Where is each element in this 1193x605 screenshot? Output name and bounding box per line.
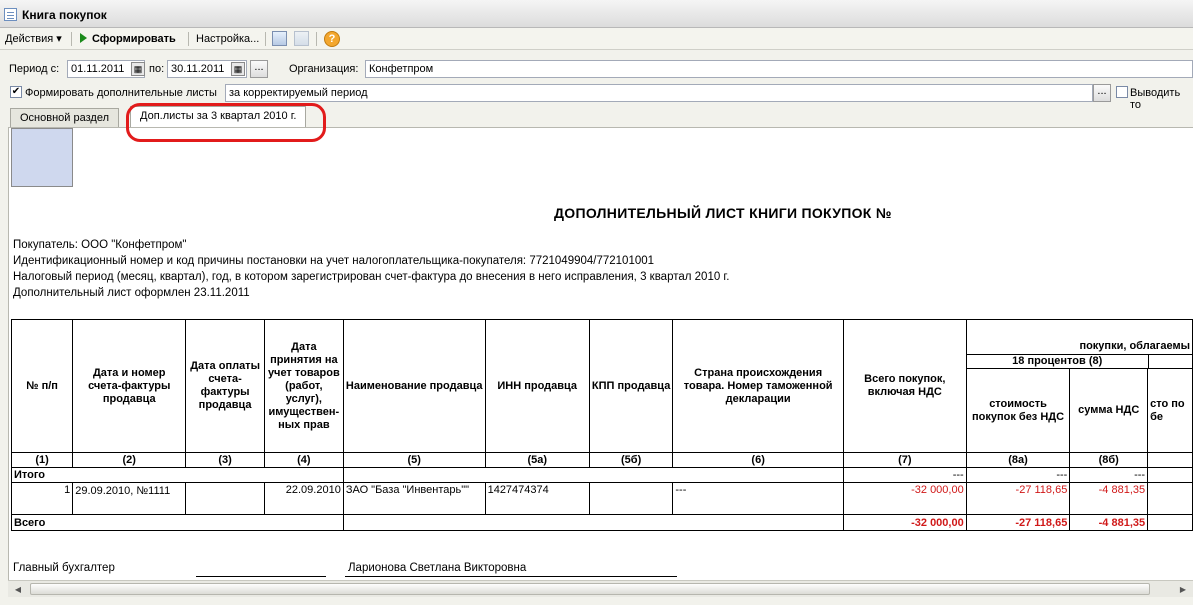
row-kpp bbox=[588, 482, 674, 515]
generate-label: Сформировать bbox=[92, 33, 176, 45]
output-label: Выводить то bbox=[1130, 87, 1181, 111]
vsego-total: -32 000,00 bbox=[842, 514, 967, 531]
row-total: -32 000,00 bbox=[842, 482, 967, 515]
itogo-total: --- bbox=[842, 467, 967, 483]
header-invoice: Дата и номер счета-фактуры продавца bbox=[72, 319, 187, 453]
highlight-annotation bbox=[126, 103, 326, 142]
header-cost-without-vat: стоимость покупок без НДС bbox=[965, 368, 1071, 453]
organization-field[interactable]: Конфетпром bbox=[365, 60, 1193, 78]
num-cell: (8а) bbox=[965, 452, 1071, 468]
row-payment-date bbox=[185, 482, 265, 515]
header-subgroup: 18 процентов (8) bbox=[967, 355, 1149, 368]
scrollbar-thumb[interactable] bbox=[30, 583, 1150, 595]
book-icon bbox=[4, 8, 17, 21]
row-num: 1 bbox=[10, 482, 74, 515]
row-inn: 1427474374 bbox=[484, 482, 590, 515]
vsego-cost: -27 118,65 bbox=[965, 514, 1071, 531]
window-title: Книга покупок bbox=[22, 8, 107, 22]
signature-role: Главный бухгалтер bbox=[13, 562, 115, 574]
num-cell: (2) bbox=[72, 452, 187, 468]
period-from-label: Период с: bbox=[9, 63, 60, 75]
output-checkbox[interactable] bbox=[1116, 86, 1128, 98]
num-cell: (5а) bbox=[484, 452, 590, 468]
num-cell: (8б) bbox=[1069, 452, 1149, 468]
itogo-blank bbox=[342, 467, 844, 483]
num-cell: (4) bbox=[263, 452, 344, 468]
toolbar-separator bbox=[316, 32, 317, 46]
title-bar: Книга покупок bbox=[0, 0, 1193, 28]
actions-menu[interactable]: Действия ▾ bbox=[2, 30, 65, 48]
header-num: № п/п bbox=[10, 319, 74, 453]
header-total: Всего покупок, включая НДС bbox=[842, 319, 967, 453]
header-country: Страна происхождения товара. Номер тамож… bbox=[672, 319, 844, 453]
calendar-icon[interactable]: ▦ bbox=[231, 62, 245, 76]
toolbar: Действия ▾ Сформировать Настройка... ? bbox=[0, 28, 1193, 50]
num-cell: (5б) bbox=[588, 452, 674, 468]
scroll-right-icon[interactable]: ▶ bbox=[1176, 583, 1190, 596]
header-seller: Наименование продавца bbox=[342, 319, 486, 453]
extra-sheets-select-button[interactable]: ... bbox=[1093, 84, 1111, 102]
report-heading: ДОПОЛНИТЕЛЬНЫЙ ЛИСТ КНИГИ ПОКУПОК № bbox=[554, 205, 892, 221]
num-cell: (6) bbox=[672, 452, 844, 468]
generate-button[interactable]: Сформировать bbox=[77, 30, 179, 48]
row-invoice: 29.09.2010, №1111 bbox=[72, 482, 187, 515]
num-cell: (1) bbox=[10, 452, 74, 468]
itogo-vat: --- bbox=[1069, 467, 1149, 483]
buyer-line: Покупатель: ООО "Конфетпром" bbox=[13, 239, 187, 251]
header-kpp: КПП продавца bbox=[588, 319, 674, 453]
tax-period-line: Налоговый период (месяц, квартал), год, … bbox=[13, 271, 730, 283]
tab-main-section[interactable]: Основной раздел bbox=[10, 108, 119, 127]
row-seller: ЗАО "База "Инвентарь"" bbox=[342, 482, 486, 515]
print-icon[interactable] bbox=[294, 31, 309, 46]
export-icon[interactable] bbox=[272, 31, 287, 46]
help-icon[interactable]: ? bbox=[324, 31, 340, 47]
header-inn: ИНН продавца bbox=[484, 319, 590, 453]
issued-line: Дополнительный лист оформлен 23.11.2011 bbox=[13, 287, 250, 299]
period-select-button[interactable]: ... bbox=[250, 60, 268, 78]
header-blank bbox=[965, 319, 1193, 337]
scroll-left-icon[interactable]: ◀ bbox=[11, 583, 25, 596]
toolbar-separator bbox=[265, 32, 266, 46]
report-document: ДОПОЛНИТЕЛЬНЫЙ ЛИСТ КНИГИ ПОКУПОК № Поку… bbox=[8, 127, 1193, 580]
vsego-vat: -4 881,35 bbox=[1069, 514, 1149, 531]
vsego-blank bbox=[342, 514, 844, 531]
signature-line bbox=[196, 576, 326, 577]
num-cell: (3) bbox=[185, 452, 265, 468]
num-cell: (7) bbox=[842, 452, 967, 468]
row-accept-date: 22.09.2010 bbox=[263, 482, 344, 515]
extra-sheets-checkbox[interactable]: ✔ bbox=[10, 86, 22, 98]
play-icon bbox=[80, 33, 87, 43]
horizontal-scrollbar[interactable]: ◀ ▶ bbox=[8, 580, 1193, 597]
row-cost: -27 118,65 bbox=[965, 482, 1071, 515]
signature-name: Ларионова Светлана Викторовна bbox=[348, 562, 527, 574]
num-cell: (5) bbox=[342, 452, 486, 468]
itogo-label: Итого bbox=[11, 467, 344, 483]
num-cell bbox=[1147, 452, 1193, 468]
header-cost-cut: сто по бе bbox=[1147, 368, 1193, 453]
extra-sheets-label: Формировать дополнительные листы bbox=[25, 87, 217, 99]
header-payment-date: Дата оплаты счета-фактуры продавца bbox=[185, 319, 265, 453]
period-to-label: по: bbox=[149, 63, 165, 75]
extra-sheets-mode-field[interactable]: за корректируемый период bbox=[225, 84, 1093, 102]
toolbar-separator bbox=[188, 32, 189, 46]
itogo-cost: --- bbox=[965, 467, 1071, 483]
vsego-label: Всего bbox=[11, 514, 344, 531]
header-group: покупки, облагаемы bbox=[1079, 340, 1190, 352]
inn-line: Идентификационный номер и код причины по… bbox=[13, 255, 655, 267]
settings-button[interactable]: Настройка... bbox=[193, 30, 262, 48]
toolbar-separator bbox=[71, 32, 72, 46]
report-image-placeholder bbox=[11, 128, 73, 187]
row-country: --- bbox=[672, 482, 844, 515]
purchase-table: № п/п Дата и номер счета-фактуры продавц… bbox=[10, 319, 1193, 531]
row-vat: -4 881,35 bbox=[1069, 482, 1149, 515]
name-line bbox=[345, 576, 677, 577]
header-vat-sum: сумма НДС bbox=[1069, 368, 1149, 453]
organization-label: Организация: bbox=[289, 63, 359, 75]
calendar-icon[interactable]: ▦ bbox=[131, 62, 145, 76]
header-accept-date: Дата принятия на учет товаров (работ, ус… bbox=[263, 319, 344, 453]
